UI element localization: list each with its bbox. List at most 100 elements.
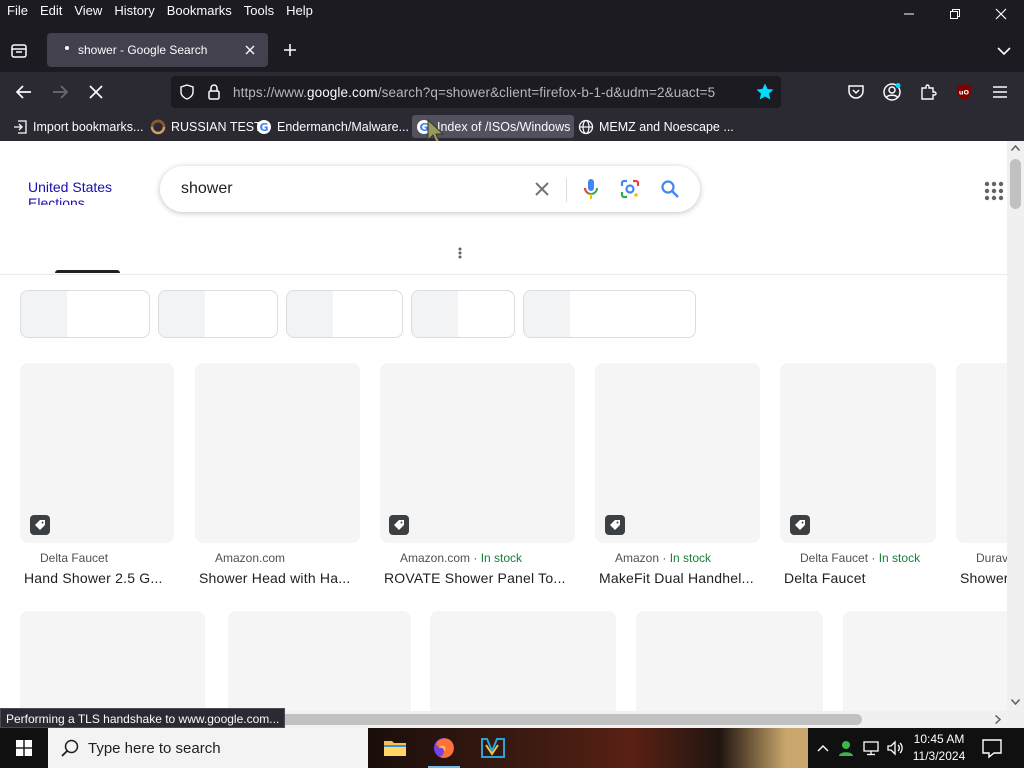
forward-button[interactable]	[47, 80, 73, 104]
scrollbar-corner	[1007, 711, 1024, 728]
google-lens-button[interactable]	[619, 178, 641, 200]
list-all-tabs-button[interactable]	[994, 41, 1014, 61]
stop-button[interactable]	[83, 80, 109, 104]
bookmark-endermanch[interactable]: G Endermanch/Malware...	[252, 115, 413, 138]
product-image[interactable]	[636, 611, 823, 711]
voice-search-button[interactable]	[580, 178, 602, 200]
new-tab-button[interactable]	[279, 39, 301, 61]
network-button[interactable]	[860, 728, 882, 768]
pocket-button[interactable]	[845, 81, 867, 103]
restore-button[interactable]	[932, 0, 978, 28]
vs-app-icon	[481, 738, 505, 758]
price-tag-icon	[790, 515, 810, 535]
bookmark-label: Index of /ISOs/Windows	[437, 119, 571, 134]
filter-chip[interactable]	[411, 290, 515, 338]
bookmark-memz[interactable]: MEMZ and Noescape ...	[574, 115, 738, 138]
menu-bookmarks[interactable]: Bookmarks	[166, 3, 233, 18]
seller-name: Delta Faucet	[40, 551, 109, 565]
chip-thumbnail	[287, 291, 333, 337]
folder-icon	[384, 741, 406, 756]
taskbar-search-box[interactable]: Type here to search	[48, 728, 368, 768]
product-image[interactable]	[20, 611, 205, 711]
menu-edit[interactable]: Edit	[39, 3, 63, 18]
globe-icon	[578, 119, 594, 135]
taskbar-file-explorer[interactable]	[371, 728, 419, 768]
google-search-box[interactable]: shower	[160, 166, 700, 212]
vertical-scrollbar[interactable]	[1007, 141, 1024, 711]
taskbar-firefox[interactable]	[420, 728, 468, 768]
bookmark-import[interactable]: Import bookmarks...	[8, 115, 147, 138]
seller-name: Amazon.com	[215, 551, 286, 565]
tabs-divider	[0, 274, 1007, 275]
menu-view[interactable]: View	[73, 3, 103, 18]
svg-text:G: G	[259, 121, 268, 134]
product-image[interactable]	[228, 611, 411, 711]
close-window-button[interactable]	[978, 0, 1024, 28]
bookmark-russian-test[interactable]: RUSSIAN TEST	[146, 115, 266, 138]
account-button[interactable]	[881, 81, 903, 103]
tab-close-button[interactable]	[240, 40, 260, 60]
filter-chip[interactable]	[20, 290, 150, 338]
product-image[interactable]	[195, 363, 360, 543]
product-title[interactable]: ROVATE Shower Panel To...	[384, 570, 566, 586]
minimize-button[interactable]	[886, 0, 932, 28]
search-submit-button[interactable]	[659, 178, 681, 200]
firefox-view-button[interactable]	[8, 40, 30, 62]
scroll-right-icon[interactable]	[995, 715, 1001, 724]
tracking-protection-icon[interactable]	[179, 84, 195, 100]
filter-chip[interactable]	[523, 290, 696, 338]
back-arrow-icon	[15, 85, 31, 99]
lock-icon[interactable]	[207, 83, 221, 101]
product-title[interactable]: Hand Shower 2.5 G...	[24, 570, 163, 586]
scroll-down-icon[interactable]	[1011, 699, 1020, 705]
menu-history[interactable]: History	[113, 3, 155, 18]
clear-search-button[interactable]	[531, 178, 553, 200]
product-image[interactable]	[843, 611, 1007, 711]
taskbar-clock[interactable]: 10:45 AM 11/3/2024	[906, 731, 972, 765]
google-doodle-link[interactable]: United States Elections	[28, 179, 128, 205]
show-hidden-icons-button[interactable]	[814, 728, 832, 768]
ublock-origin-button[interactable]: uO	[953, 81, 975, 103]
product-title[interactable]: MakeFit Dual Handhel...	[599, 570, 754, 586]
extensions-button[interactable]	[917, 81, 939, 103]
close-icon	[245, 45, 255, 55]
menu-tools[interactable]: Tools	[243, 3, 275, 18]
menu-bar: File Edit View History Bookmarks Tools H…	[0, 0, 1024, 28]
product-image[interactable]	[380, 363, 575, 543]
product-image[interactable]	[430, 611, 616, 711]
taskbar-visual-studio[interactable]	[469, 728, 517, 768]
more-options-icon[interactable]	[455, 245, 465, 261]
bookmark-star-icon[interactable]	[755, 82, 775, 102]
menu-help[interactable]: Help	[285, 3, 314, 18]
back-button[interactable]	[11, 80, 37, 104]
chevron-down-icon	[997, 47, 1011, 56]
seller-name: Delta Faucet	[800, 551, 869, 565]
product-title[interactable]: Delta Faucet	[784, 570, 866, 586]
url-domain: google.com	[306, 85, 378, 100]
clear-icon	[535, 182, 549, 196]
filter-chip[interactable]	[286, 290, 403, 338]
windows-logo-icon	[16, 740, 32, 756]
tray-user-icon-button[interactable]	[836, 728, 856, 768]
chip-thumbnail	[159, 291, 205, 337]
horizontal-scroll-thumb[interactable]	[270, 714, 862, 725]
product-title[interactable]: Shower Head with Ha...	[199, 570, 350, 586]
tab-google-search[interactable]: shower - Google Search	[47, 33, 268, 67]
product-image[interactable]	[956, 363, 1007, 543]
ublock-icon: uO	[957, 84, 971, 100]
filter-chip[interactable]	[158, 290, 278, 338]
notification-icon[interactable]	[980, 736, 1004, 760]
vertical-scroll-thumb[interactable]	[1010, 159, 1021, 209]
scroll-up-icon[interactable]	[1011, 145, 1020, 151]
address-bar[interactable]: https://www.google.com/search?q=shower&c…	[171, 76, 781, 108]
product-seller: Amazon.com · In stock	[400, 551, 523, 565]
url-text[interactable]: https://www.google.com/search?q=shower&c…	[233, 85, 745, 100]
import-icon	[12, 119, 28, 135]
search-query[interactable]: shower	[181, 180, 233, 198]
app-menu-button[interactable]	[989, 81, 1011, 103]
volume-button[interactable]	[884, 728, 906, 768]
google-apps-icon[interactable]	[984, 181, 1004, 201]
start-button[interactable]	[0, 728, 48, 768]
menu-file[interactable]: File	[6, 3, 29, 18]
product-title[interactable]: Shower	[960, 570, 1007, 586]
